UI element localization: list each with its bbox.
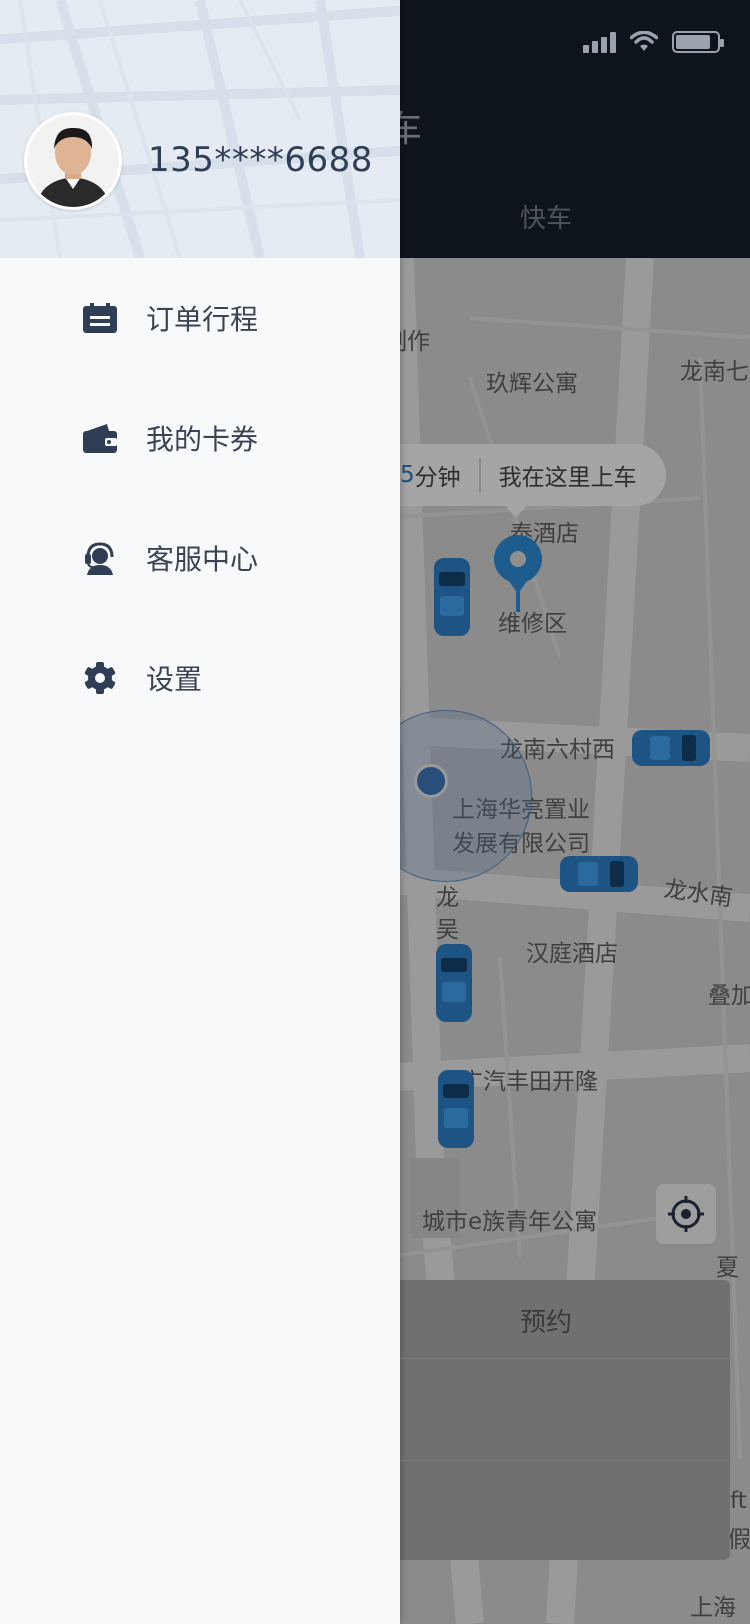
map-label: 玖辉公寓 xyxy=(486,371,578,397)
side-drawer: 135****6688 订单行程 我的卡券 客服中心 设置 xyxy=(0,0,400,1624)
map-label: 假 xyxy=(728,1527,750,1553)
crosshair-icon xyxy=(668,1196,704,1232)
menu-item-settings[interactable]: 设置 xyxy=(0,623,400,733)
booking-card[interactable]: 预约 xyxy=(360,1280,730,1560)
menu-item-orders[interactable]: 订单行程 xyxy=(0,263,400,373)
car-icon xyxy=(560,856,638,892)
menu-item-label: 设置 xyxy=(146,663,203,696)
menu-item-support[interactable]: 客服中心 xyxy=(0,503,400,613)
divider xyxy=(360,1358,730,1359)
divider xyxy=(360,1460,730,1461)
car-icon xyxy=(632,730,710,766)
drawer-header: 135****6688 xyxy=(0,0,400,258)
map-label: 龙 xyxy=(436,885,459,911)
pickup-bubble[interactable]: 5 分钟 我在这里上车 xyxy=(360,444,666,518)
gear-icon xyxy=(82,660,118,696)
map-label: 广汽丰田开隆 xyxy=(460,1069,598,1095)
headset-icon xyxy=(82,540,118,576)
bubble-divider xyxy=(478,458,481,492)
map-label: 上海 xyxy=(690,1595,736,1621)
user-photo-icon xyxy=(27,115,119,207)
pickup-pin-icon xyxy=(494,535,542,612)
map-label: ft xyxy=(730,1488,747,1514)
car-icon xyxy=(436,944,472,1022)
wifi-icon xyxy=(630,31,658,51)
menu-item-label: 我的卡券 xyxy=(146,423,259,456)
menu-item-coupons[interactable]: 我的卡券 xyxy=(0,383,400,493)
wallet-icon xyxy=(82,420,118,456)
board-here-label: 我在这里上车 xyxy=(498,465,637,491)
map-label: 汉庭酒店 xyxy=(526,941,618,967)
map-label: 城市e族青年公寓 xyxy=(422,1209,598,1235)
user-phone: 135****6688 xyxy=(148,140,373,180)
avatar[interactable] xyxy=(24,112,122,210)
map-label: 叠加 xyxy=(708,983,750,1009)
order-list-icon xyxy=(82,300,118,336)
car-icon xyxy=(438,1070,474,1148)
menu-item-label: 订单行程 xyxy=(146,303,259,336)
map-label: 吴 xyxy=(436,917,459,943)
map-label: 龙南七 xyxy=(680,359,749,385)
map-label: 夏 xyxy=(716,1255,739,1281)
eta-unit: 分钟 xyxy=(414,465,461,491)
battery-icon xyxy=(672,31,724,53)
tab-fast-car[interactable]: 快车 xyxy=(520,198,572,235)
car-icon xyxy=(434,558,470,636)
eta-minutes: 5 xyxy=(400,462,415,488)
my-location-dot xyxy=(414,764,448,798)
locate-button[interactable] xyxy=(656,1184,716,1244)
signal-icon xyxy=(583,31,616,53)
status-bar xyxy=(583,28,724,56)
menu-item-label: 客服中心 xyxy=(146,543,259,576)
tab-reserve[interactable]: 预约 xyxy=(520,1302,572,1339)
